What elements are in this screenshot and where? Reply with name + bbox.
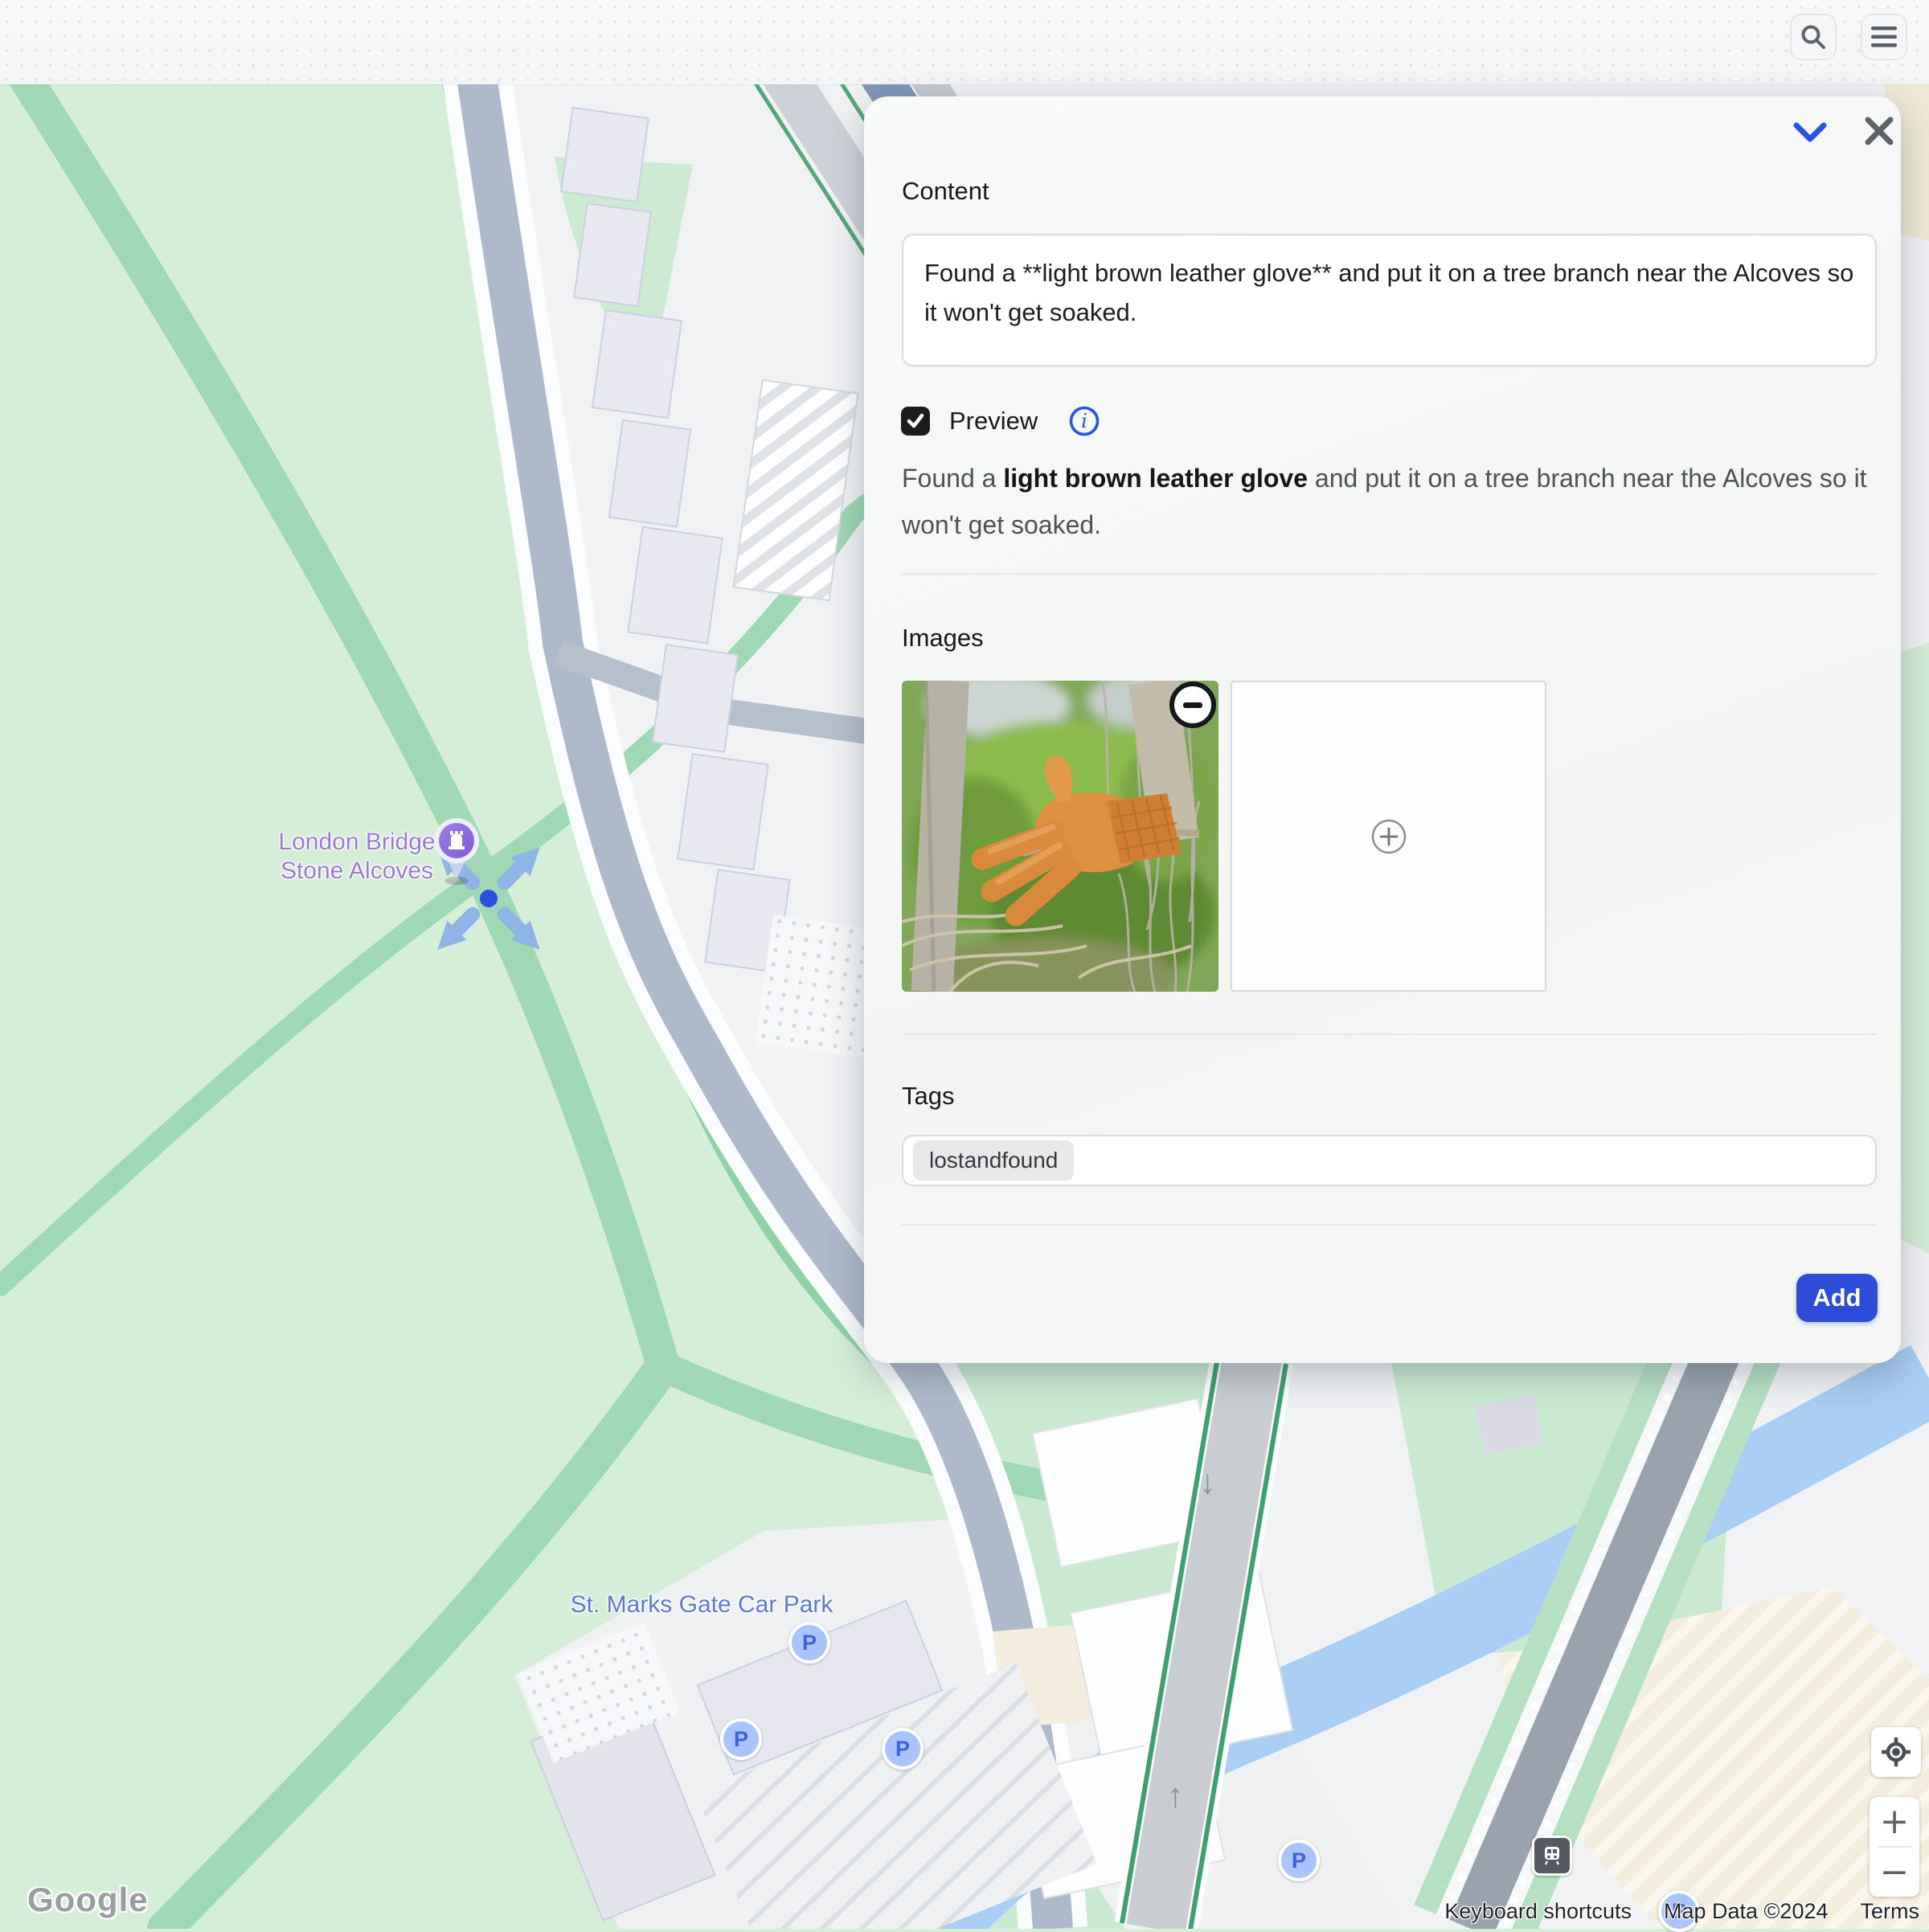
parking-icon[interactable]: P xyxy=(1278,1840,1320,1881)
google-watermark[interactable]: Google xyxy=(27,1881,149,1919)
checkmark-icon xyxy=(906,411,925,431)
edit-note-panel: Content Found a **light brown leather gl… xyxy=(864,96,1901,1363)
search-button[interactable] xyxy=(1790,14,1837,60)
content-textarea[interactable]: Found a **light brown leather glove** an… xyxy=(902,234,1877,366)
poi-label-line1: London Bridge xyxy=(252,828,461,857)
poi-label-car-park[interactable]: St. Marks Gate Car Park xyxy=(565,1591,838,1619)
parking-icon[interactable]: P xyxy=(788,1622,830,1664)
preview-text-prefix: Found a xyxy=(902,464,1003,493)
image-thumbnail-glove[interactable] xyxy=(902,681,1218,992)
glove-photo xyxy=(902,681,1218,992)
zoom-control: + − xyxy=(1870,1797,1919,1897)
preview-row: Preview i xyxy=(901,405,1100,437)
map-data-copyright: Map Data ©2024 xyxy=(1664,1899,1829,1924)
keyboard-shortcuts-link[interactable]: Keyboard shortcuts xyxy=(1444,1899,1632,1924)
content-label: Content xyxy=(902,177,989,206)
svg-text:i: i xyxy=(1081,410,1087,432)
collapse-panel-button[interactable] xyxy=(1788,110,1833,155)
tag-chip[interactable]: lostandfound xyxy=(913,1140,1074,1181)
zoom-out-button[interactable]: − xyxy=(1870,1848,1919,1897)
tags-label: Tags xyxy=(902,1082,954,1111)
transit-station-icon[interactable] xyxy=(1532,1836,1572,1876)
map-attribution: Keyboard shortcuts Map Data ©2024 Terms xyxy=(1444,1899,1919,1924)
images-label: Images xyxy=(902,624,984,653)
zoom-in-button[interactable]: + xyxy=(1870,1797,1919,1846)
train-icon xyxy=(1542,1845,1562,1866)
divider xyxy=(902,573,1877,575)
crosshair-icon xyxy=(1881,1737,1911,1767)
top-bar xyxy=(0,0,1929,84)
parking-icon[interactable]: P xyxy=(720,1718,762,1760)
highway-arrow-up: ↑ xyxy=(1167,1776,1184,1815)
menu-button[interactable] xyxy=(1861,14,1907,60)
parking-icon[interactable]: P xyxy=(882,1728,924,1770)
divider xyxy=(902,1034,1877,1035)
minus-icon xyxy=(1183,702,1202,708)
poi-label-line2: Stone Alcoves xyxy=(252,857,461,886)
close-panel-button[interactable] xyxy=(1857,108,1902,153)
preview-checkbox[interactable] xyxy=(901,407,930,436)
terms-link[interactable]: Terms xyxy=(1861,1899,1920,1924)
add-image-tile[interactable] xyxy=(1231,681,1546,992)
preview-rendered-text: Found a light brown leather glove and pu… xyxy=(902,455,1877,548)
add-button[interactable]: Add xyxy=(1796,1274,1878,1322)
preview-label: Preview xyxy=(949,407,1038,436)
poi-label-london-bridge-stone-alcoves[interactable]: London Bridge Stone Alcoves xyxy=(252,828,461,886)
info-icon[interactable]: i xyxy=(1068,405,1100,437)
divider xyxy=(902,1224,1877,1226)
highway-arrow-down: ↓ xyxy=(1199,1463,1216,1501)
remove-image-button[interactable] xyxy=(1169,682,1216,728)
close-x-icon xyxy=(1865,117,1894,145)
hamburger-icon xyxy=(1871,26,1897,48)
tags-input[interactable]: lostandfound xyxy=(902,1135,1877,1186)
my-location-button[interactable] xyxy=(1871,1727,1921,1777)
preview-text-bold: light brown leather glove xyxy=(1003,464,1308,493)
plus-circle-icon xyxy=(1370,818,1407,855)
chevron-down-icon xyxy=(1793,122,1827,143)
search-icon xyxy=(1800,23,1827,51)
